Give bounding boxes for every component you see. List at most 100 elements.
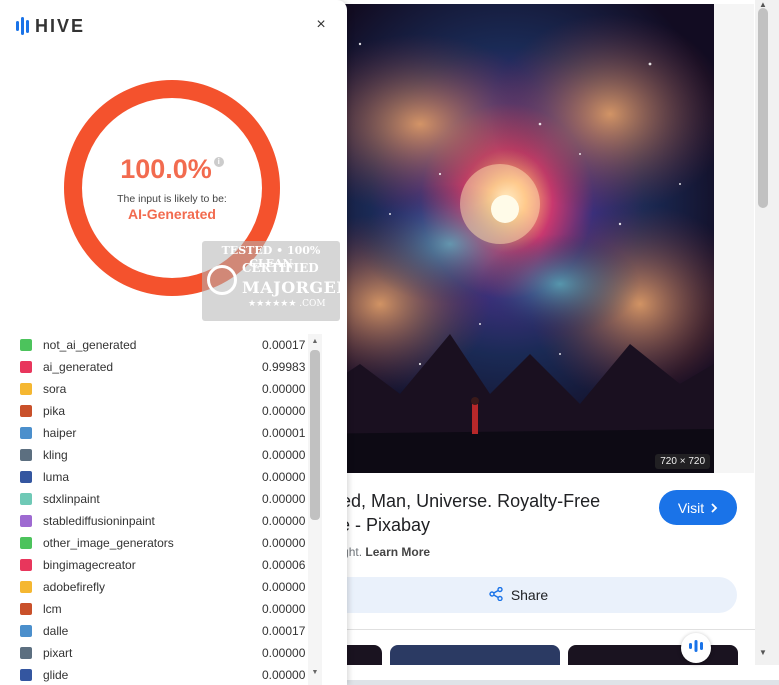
visit-button[interactable]: Visit bbox=[659, 490, 737, 525]
image-dimensions-badge: 720 × 720 bbox=[655, 454, 710, 469]
image-side-strip bbox=[714, 4, 754, 473]
class-color-swatch bbox=[20, 427, 32, 439]
class-color-swatch bbox=[20, 559, 32, 571]
class-row: pixart 0.00000 bbox=[0, 642, 310, 664]
class-name: sdxlinpaint bbox=[43, 492, 100, 506]
class-score: 0.00000 bbox=[262, 602, 306, 616]
class-row: bingimagecreator 0.00006 bbox=[0, 554, 310, 576]
related-thumbnail[interactable] bbox=[390, 645, 560, 665]
class-color-swatch bbox=[20, 625, 32, 637]
class-color-swatch bbox=[20, 471, 32, 483]
class-name: kling bbox=[43, 448, 68, 462]
learn-more-link[interactable]: Learn More bbox=[365, 545, 430, 559]
class-row: not_ai_generated 0.00017 bbox=[0, 334, 310, 356]
class-color-swatch bbox=[20, 669, 32, 681]
class-name: other_image_generators bbox=[43, 536, 174, 550]
related-thumbnail[interactable] bbox=[568, 645, 738, 665]
class-score: 0.00006 bbox=[262, 558, 306, 572]
class-color-swatch bbox=[20, 581, 32, 593]
class-row: haiper 0.00001 bbox=[0, 422, 310, 444]
class-row: luma 0.00000 bbox=[0, 466, 310, 488]
scroll-down-arrow-icon[interactable]: ▼ bbox=[758, 648, 768, 658]
class-score: 0.00000 bbox=[262, 470, 306, 484]
result-title[interactable]: nerated, Man, Universe. Royalty-Free Ima… bbox=[300, 489, 650, 537]
class-row: stablediffusioninpaint 0.00000 bbox=[0, 510, 310, 532]
class-color-swatch bbox=[20, 449, 32, 461]
class-row: pika 0.00000 bbox=[0, 400, 310, 422]
class-row: sdxlinpaint 0.00000 bbox=[0, 488, 310, 510]
hive-floating-button[interactable] bbox=[681, 633, 711, 663]
class-name: stablediffusioninpaint bbox=[43, 514, 155, 528]
class-score: 0.00000 bbox=[262, 492, 306, 506]
class-row: lcm 0.00000 bbox=[0, 598, 310, 620]
class-color-swatch bbox=[20, 537, 32, 549]
share-icon bbox=[489, 586, 503, 604]
class-name: adobefirefly bbox=[43, 580, 106, 594]
hive-brand-name: HIVE bbox=[35, 15, 86, 36]
preview-image[interactable]: 720 × 720 bbox=[300, 4, 714, 473]
watermark-line4: ★★★★★★ .COM bbox=[248, 299, 326, 309]
hive-logo-icon bbox=[16, 17, 29, 35]
class-score: 0.00000 bbox=[262, 404, 306, 418]
class-score-list: not_ai_generated 0.00017 ai_generated 0.999… bbox=[0, 334, 322, 685]
class-score: 0.00000 bbox=[262, 536, 306, 550]
class-score: 0.00000 bbox=[262, 646, 306, 660]
visit-label: Visit bbox=[677, 499, 705, 516]
class-color-swatch bbox=[20, 647, 32, 659]
class-score: 0.00017 bbox=[262, 338, 306, 352]
class-score: 0.99983 bbox=[262, 360, 306, 374]
class-color-swatch bbox=[20, 339, 32, 351]
share-button[interactable]: Share bbox=[300, 577, 737, 613]
class-row: sora 0.00000 bbox=[0, 378, 310, 400]
class-score: 0.00001 bbox=[262, 426, 306, 440]
class-row: kling 0.00000 bbox=[0, 444, 310, 466]
class-score: 0.00000 bbox=[262, 514, 306, 528]
hive-logo-icon bbox=[688, 639, 704, 658]
class-color-swatch bbox=[20, 383, 32, 395]
class-row: ai_generated 0.99983 bbox=[0, 356, 310, 378]
class-row: other_image_generators 0.00000 bbox=[0, 532, 310, 554]
watermark-line2: CERTIFIED bbox=[242, 261, 319, 275]
scroll-up-arrow-icon[interactable]: ▲ bbox=[311, 338, 319, 345]
class-name: bingimagecreator bbox=[43, 558, 136, 572]
watermark-line3: MAJORGEEKS bbox=[242, 278, 340, 297]
class-color-swatch bbox=[20, 361, 32, 373]
hive-detection-panel: HIVE × 100.0% i The input is likely to b… bbox=[0, 0, 347, 685]
class-color-swatch bbox=[20, 515, 32, 527]
class-list-scrollbar[interactable]: ▲ ▼ bbox=[308, 334, 322, 685]
likely-label: The input is likely to be: bbox=[117, 193, 227, 205]
class-name: not_ai_generated bbox=[43, 338, 137, 352]
class-name: glide bbox=[43, 668, 69, 682]
close-icon[interactable]: × bbox=[312, 16, 330, 34]
class-color-swatch bbox=[20, 405, 32, 417]
class-name: pixart bbox=[43, 646, 73, 660]
class-name: dalle bbox=[43, 624, 69, 638]
divider bbox=[300, 629, 755, 630]
page-scroll-thumb[interactable] bbox=[758, 8, 768, 208]
class-color-swatch bbox=[20, 603, 32, 615]
class-score: 0.00000 bbox=[262, 668, 306, 682]
class-score: 0.00000 bbox=[262, 448, 306, 462]
class-name: luma bbox=[43, 470, 70, 484]
share-label: Share bbox=[510, 587, 549, 603]
scroll-down-arrow-icon[interactable]: ▼ bbox=[311, 669, 319, 676]
verdict-label: AI-Generated bbox=[128, 206, 216, 222]
class-list-scroll-thumb[interactable] bbox=[310, 350, 320, 520]
screen: 720 × 720 nerated, Man, Universe. Royalt… bbox=[0, 0, 779, 685]
class-name: pika bbox=[43, 404, 66, 418]
class-name: lcm bbox=[43, 602, 62, 616]
class-color-swatch bbox=[20, 493, 32, 505]
class-row: adobefirefly 0.00000 bbox=[0, 576, 310, 598]
class-row: glide 0.00000 bbox=[0, 664, 310, 685]
page-scrollbar[interactable]: ▲ ▼ bbox=[755, 0, 779, 665]
info-icon[interactable]: i bbox=[213, 157, 224, 167]
majorgeeks-watermark: TESTED • 100% CLEAN CERTIFIED MAJORGEEKS… bbox=[202, 241, 340, 321]
class-score: 0.00000 bbox=[262, 580, 306, 594]
class-score: 0.00000 bbox=[262, 382, 306, 396]
hive-header: HIVE bbox=[16, 14, 85, 38]
chevron-right-icon bbox=[710, 500, 718, 516]
class-name: haiper bbox=[43, 426, 77, 440]
nebula-artwork bbox=[300, 4, 714, 473]
checkmark-icon bbox=[207, 265, 237, 295]
score-percent-value: 100.0% bbox=[120, 154, 212, 184]
